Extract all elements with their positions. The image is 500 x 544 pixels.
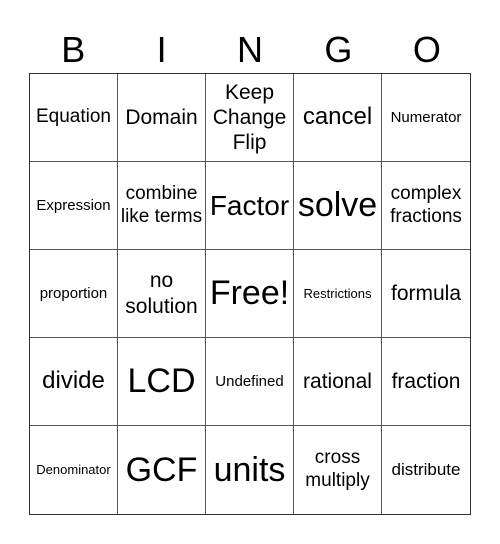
bingo-cell[interactable]: cancel: [294, 74, 382, 162]
bingo-cell[interactable]: cross multiply: [294, 426, 382, 514]
bingo-cell[interactable]: no solution: [118, 250, 206, 338]
bingo-cell[interactable]: Restrictions: [294, 250, 382, 338]
header-letter-b: B: [61, 29, 86, 70]
bingo-cell[interactable]: units: [206, 426, 294, 514]
bingo-cell[interactable]: Denominator: [30, 426, 118, 514]
bingo-cell[interactable]: GCF: [118, 426, 206, 514]
free-space-cell[interactable]: Free!: [206, 250, 294, 338]
header-letter-o: O: [412, 29, 441, 70]
bingo-cell[interactable]: combine like terms: [118, 162, 206, 250]
bingo-cell[interactable]: rational: [294, 338, 382, 426]
bingo-cell[interactable]: complex fractions: [382, 162, 470, 250]
bingo-cell[interactable]: proportion: [30, 250, 118, 338]
bingo-card-grid: Equation Domain Keep Change Flip cancel …: [29, 73, 471, 515]
bingo-cell[interactable]: Expression: [30, 162, 118, 250]
header-letter-n: N: [237, 29, 264, 70]
bingo-cell[interactable]: Numerator: [382, 74, 470, 162]
bingo-cell[interactable]: Keep Change Flip: [206, 74, 294, 162]
bingo-cell[interactable]: solve: [294, 162, 382, 250]
bingo-cell[interactable]: Domain: [118, 74, 206, 162]
bingo-cell[interactable]: Undefined: [206, 338, 294, 426]
bingo-cell[interactable]: distribute: [382, 426, 470, 514]
header-letter-i: I: [156, 29, 167, 70]
bingo-cell[interactable]: fraction: [382, 338, 470, 426]
bingo-header: B I N G O: [29, 28, 471, 72]
bingo-cell[interactable]: formula: [382, 250, 470, 338]
bingo-cell[interactable]: divide: [30, 338, 118, 426]
bingo-cell[interactable]: Factor: [206, 162, 294, 250]
bingo-cell[interactable]: LCD: [118, 338, 206, 426]
header-letter-g: G: [324, 29, 353, 70]
bingo-cell[interactable]: Equation: [30, 74, 118, 162]
